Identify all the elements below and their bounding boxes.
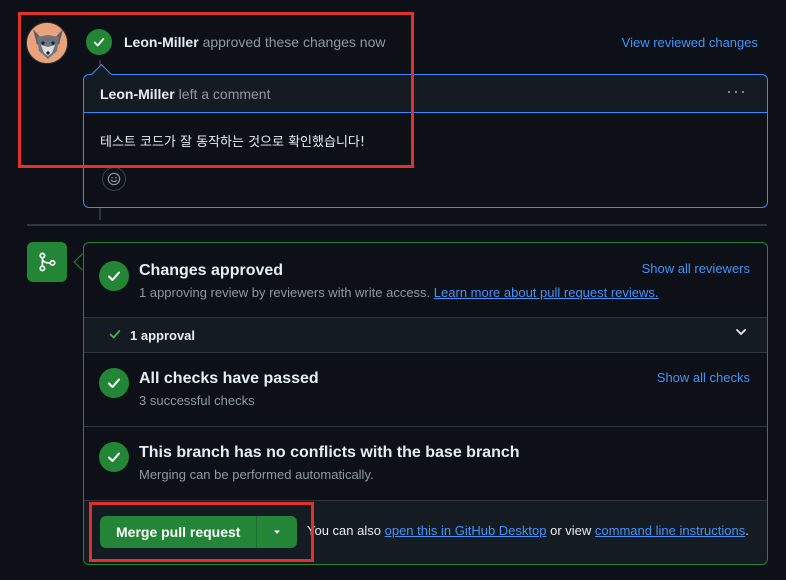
merge-help-suffix: . bbox=[745, 523, 749, 538]
conflicts-subtitle: Merging can be performed automatically. bbox=[139, 467, 374, 482]
chevron-down-icon[interactable] bbox=[733, 324, 749, 343]
conflicts-title: This branch has no conflicts with the ba… bbox=[139, 444, 520, 461]
command-line-instructions-link[interactable]: command line instructions bbox=[595, 523, 745, 538]
merge-help-prefix: You can also bbox=[307, 523, 381, 538]
conflicts-status-icon bbox=[99, 442, 129, 472]
timeline-divider bbox=[27, 224, 767, 226]
merge-help-middle: or view bbox=[550, 523, 592, 538]
view-reviewed-changes-link[interactable]: View reviewed changes bbox=[622, 35, 758, 50]
kebab-icon[interactable]: ··· bbox=[726, 81, 747, 102]
checks-subtitle: 3 successful checks bbox=[139, 393, 255, 408]
highlight-box-merge bbox=[89, 502, 314, 562]
approved-subtitle-text: 1 approving review by reviewers with wri… bbox=[139, 285, 431, 300]
changes-approved-title: Changes approved bbox=[139, 262, 284, 279]
changes-approved-section: Changes approved 1 approving review by r… bbox=[84, 243, 767, 317]
checks-title: All checks have passed bbox=[139, 370, 319, 387]
merge-help-text: You can also open this in GitHub Desktop… bbox=[307, 523, 749, 538]
git-merge-icon bbox=[39, 252, 56, 272]
show-all-reviewers-link[interactable]: Show all reviewers bbox=[642, 261, 750, 276]
add-reaction-button[interactable] bbox=[102, 167, 126, 191]
check-icon bbox=[108, 452, 120, 462]
check-icon bbox=[108, 271, 120, 281]
highlight-box-review bbox=[18, 12, 414, 168]
merge-status-badge bbox=[27, 242, 67, 282]
smiley-icon bbox=[107, 172, 121, 186]
show-all-checks-link[interactable]: Show all checks bbox=[657, 370, 750, 385]
approval-count-row[interactable]: 1 approval bbox=[84, 317, 767, 353]
conflicts-section: This branch has no conflicts with the ba… bbox=[84, 427, 767, 501]
check-icon bbox=[108, 378, 120, 388]
approval-count-label: 1 approval bbox=[130, 328, 196, 343]
open-github-desktop-link[interactable]: open this in GitHub Desktop bbox=[385, 523, 547, 538]
approved-status-icon bbox=[99, 261, 129, 291]
checks-status-icon bbox=[99, 368, 129, 398]
check-icon bbox=[108, 327, 122, 344]
learn-more-reviews-link[interactable]: Learn more about pull request reviews. bbox=[434, 285, 659, 300]
changes-approved-subtitle: 1 approving review by reviewers with wri… bbox=[139, 285, 659, 300]
checks-section: All checks have passed 3 successful chec… bbox=[84, 353, 767, 427]
